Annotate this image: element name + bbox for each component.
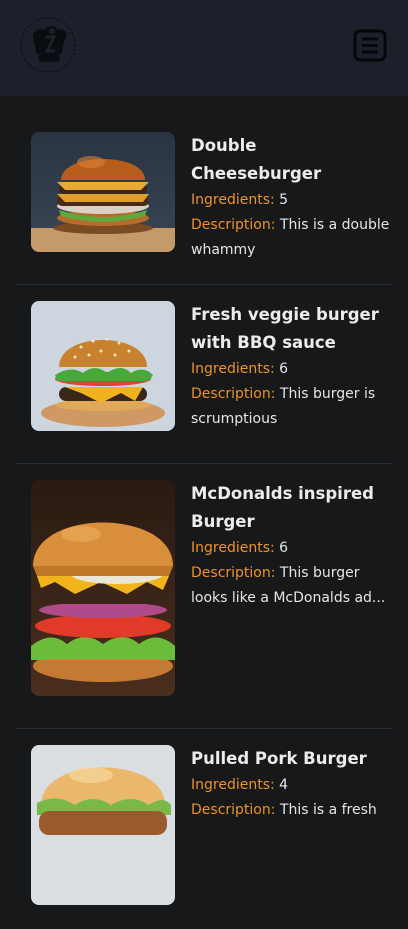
ingredients-label: Ingredients: <box>191 192 275 208</box>
recipe-title[interactable]: Fresh veggie burger with BBQ sauce <box>191 301 391 357</box>
description-label: Description: <box>191 386 276 402</box>
recipe-ingredients: Ingredients: 6 <box>191 357 391 382</box>
ingredients-count: 4 <box>279 777 289 793</box>
recipe-title[interactable]: Pulled Pork Burger <box>191 745 391 773</box>
ingredients-label: Ingredients: <box>191 777 275 793</box>
description-text: This is a fresh <box>279 802 377 818</box>
recipe-card[interactable]: Fresh veggie burger with BBQ sauce Ingre… <box>17 285 392 464</box>
recipe-card[interactable]: McDonalds inspired Burger Ingredients: 6… <box>17 464 392 729</box>
hamburger-menu-icon[interactable] <box>352 28 388 64</box>
recipe-description: Description: This is a fresh <box>191 798 391 823</box>
recipe-ingredients: Ingredients: 5 <box>191 188 391 213</box>
chef-hat-logo-icon[interactable] <box>20 17 76 73</box>
recipe-image <box>31 301 175 431</box>
recipe-info: Pulled Pork Burger Ingredients: 4 Descri… <box>191 745 391 823</box>
recipe-card[interactable]: Double Cheeseburger Ingredients: 5 Descr… <box>17 96 392 285</box>
ingredients-label: Ingredients: <box>191 540 275 556</box>
ingredients-count: 6 <box>279 540 289 556</box>
app-header <box>0 0 408 96</box>
recipe-image <box>31 745 175 905</box>
recipe-ingredients: Ingredients: 4 <box>191 773 391 798</box>
description-label: Description: <box>191 565 276 581</box>
description-label: Description: <box>191 217 276 233</box>
recipe-description: Description: This is a double whammy <box>191 213 391 263</box>
recipe-description: Description: This burger is scrumptious <box>191 382 391 432</box>
recipe-info: Double Cheeseburger Ingredients: 5 Descr… <box>191 132 391 263</box>
recipe-image <box>31 480 175 696</box>
recipe-info: Fresh veggie burger with BBQ sauce Ingre… <box>191 301 391 432</box>
recipe-info: McDonalds inspired Burger Ingredients: 6… <box>191 480 391 611</box>
description-label: Description: <box>191 802 276 818</box>
ingredients-count: 5 <box>279 192 289 208</box>
ingredients-count: 6 <box>279 361 289 377</box>
recipe-description: Description: This burger looks like a Mc… <box>191 561 391 611</box>
recipe-title[interactable]: Double Cheeseburger <box>191 132 391 188</box>
recipe-card[interactable]: Pulled Pork Burger Ingredients: 4 Descri… <box>17 729 392 929</box>
recipe-title[interactable]: McDonalds inspired Burger <box>191 480 391 536</box>
ingredients-label: Ingredients: <box>191 361 275 377</box>
recipe-image <box>31 132 175 252</box>
recipe-ingredients: Ingredients: 6 <box>191 536 391 561</box>
